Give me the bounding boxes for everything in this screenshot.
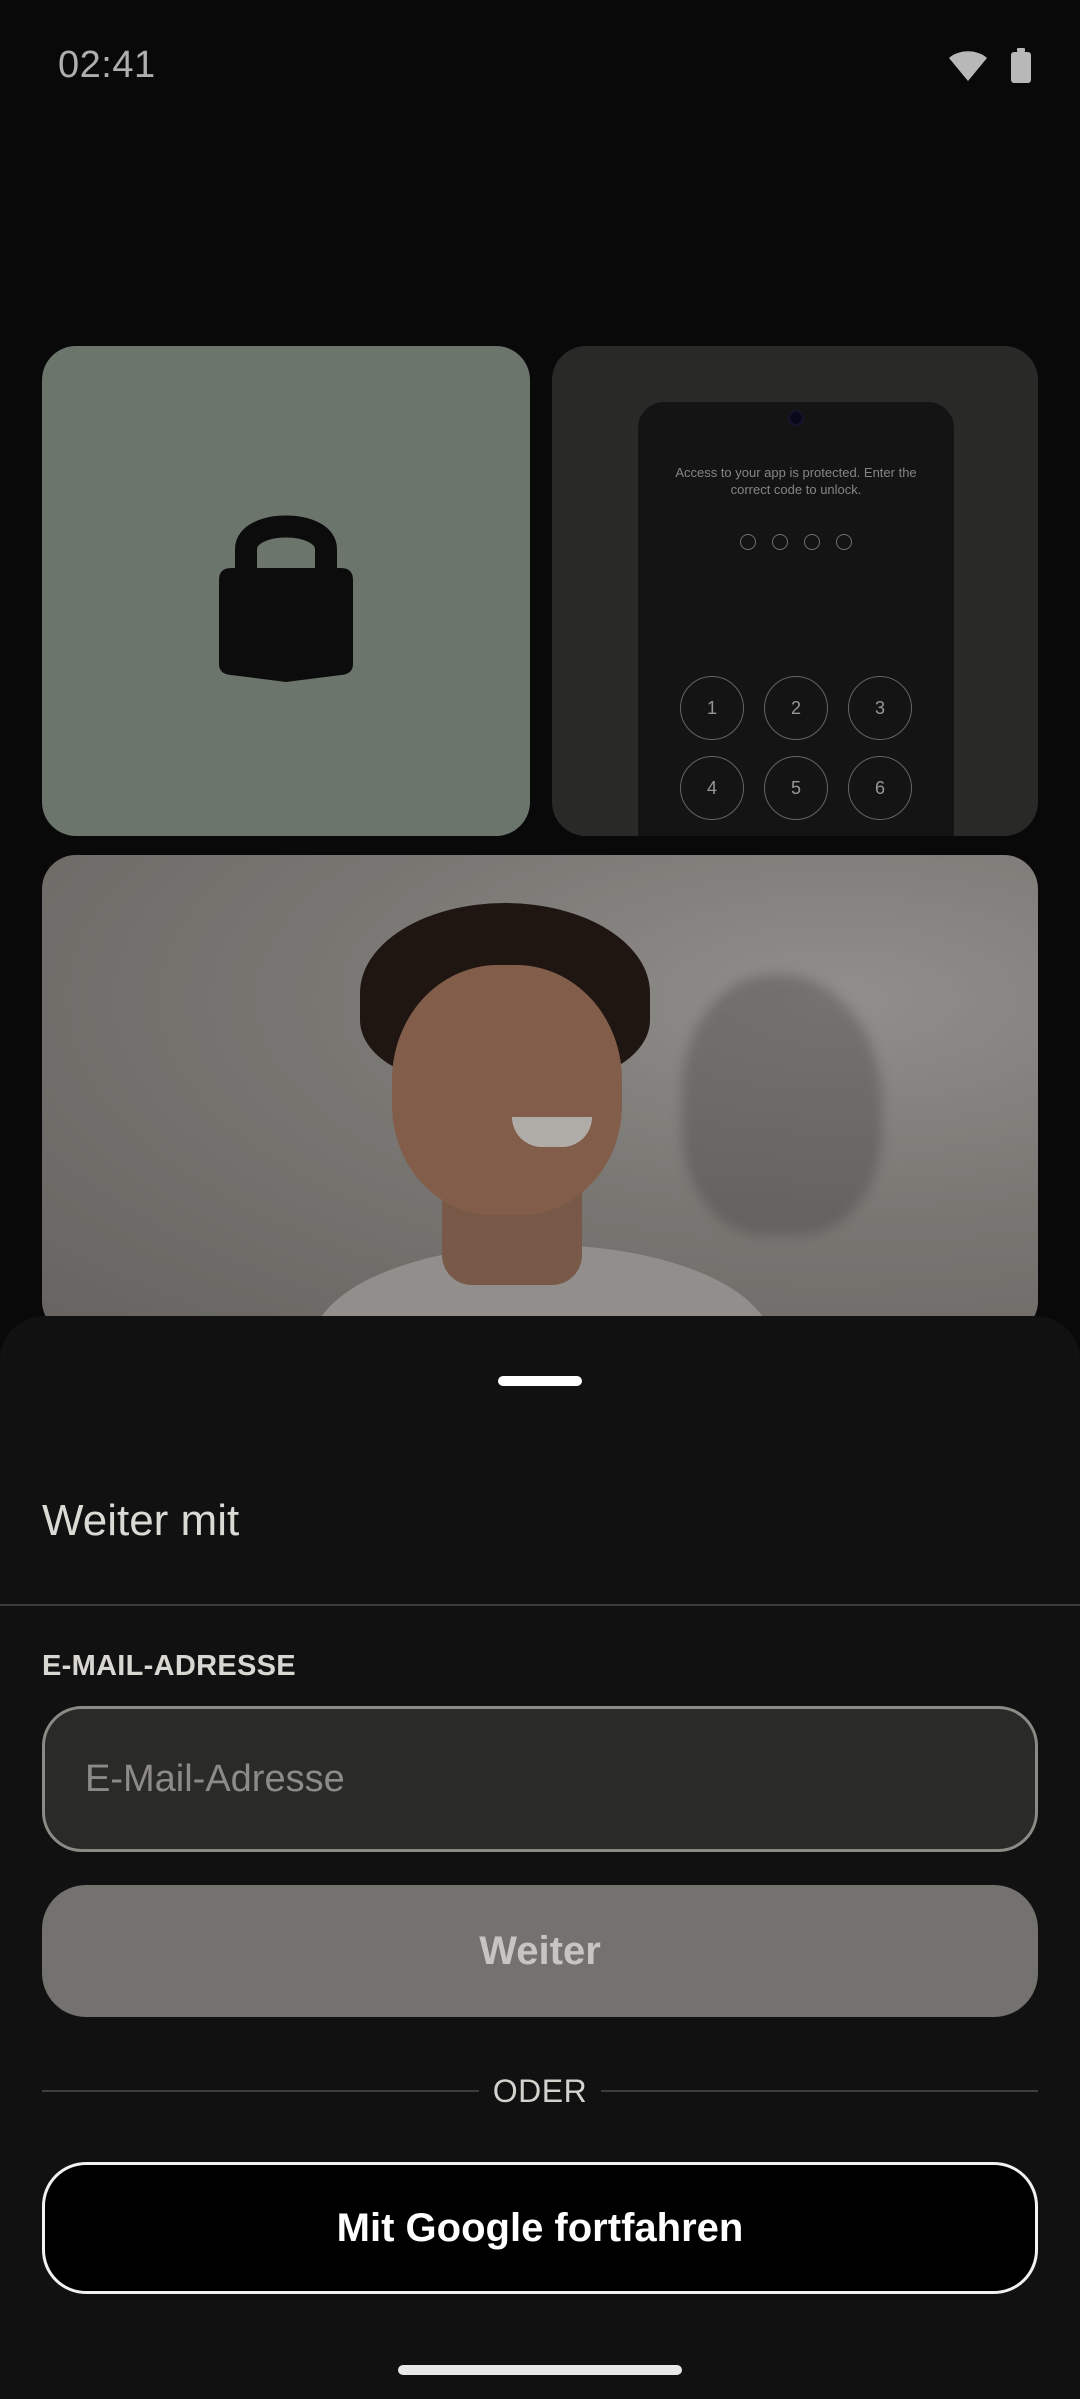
continue-button[interactable]: Weiter xyxy=(42,1885,1038,2017)
sheet-title: Weiter mit xyxy=(42,1496,240,1545)
or-separator: ODER xyxy=(42,2066,1039,2116)
bottom-sheet: Weiter mit E-MAIL-ADRESSE Weiter ODER Mi… xyxy=(0,1316,1080,2399)
home-indicator[interactable] xyxy=(398,2365,682,2375)
divider xyxy=(0,1604,1080,1606)
email-field[interactable] xyxy=(42,1706,1038,1852)
email-label: E-MAIL-ADRESSE xyxy=(42,1650,296,1682)
or-line-right xyxy=(601,2090,1039,2092)
or-label: ODER xyxy=(492,2072,588,2109)
or-line-left xyxy=(42,2090,479,2092)
drag-handle[interactable] xyxy=(498,1376,582,1386)
google-signin-button[interactable]: Mit Google fortfahren xyxy=(42,2162,1038,2294)
